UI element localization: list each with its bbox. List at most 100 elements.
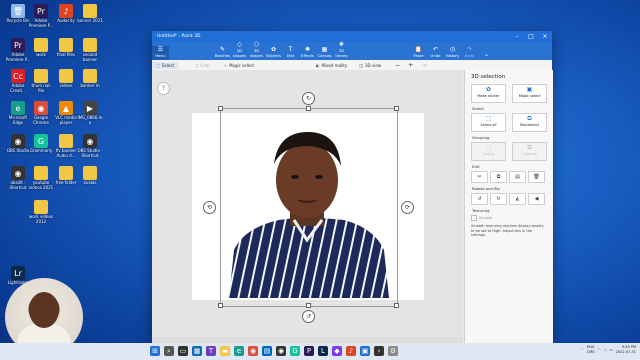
store-icon[interactable]: ▤ [262, 346, 272, 356]
ribbon-3d-library-button[interactable]: ❖ 3D library [333, 41, 350, 60]
resize-handle[interactable] [306, 106, 311, 111]
desktop-icon[interactable]: banner 2021 [77, 4, 103, 24]
canvas-area[interactable]: ? ↻ ⟲ ⟳ ↺ [152, 70, 463, 343]
clock[interactable]: 9:55 PM 2022-07-31 [616, 345, 636, 354]
rotate-z-icon[interactable]: ↻ [302, 92, 315, 105]
rotate-left-button[interactable]: ↺ [471, 193, 488, 205]
desktop-icon[interactable]: work [28, 38, 54, 58]
photos-icon[interactable]: ▣ [360, 346, 370, 356]
ribbon-paste-button[interactable]: 📋 Paste [410, 46, 427, 60]
ribbon-2d-shapes-button[interactable]: ◇ 2D shapes [231, 41, 248, 60]
more-options-icon[interactable]: ⋯ [421, 62, 427, 69]
ribbon-collapse-button[interactable]: ⌄ [478, 51, 495, 60]
zoom-out-button[interactable]: − [395, 62, 400, 69]
3d-view-button[interactable]: ◫ 3D view [359, 63, 381, 68]
desktop-icon[interactable]: thum nail file [28, 69, 54, 93]
obs-icon[interactable]: ◉ [276, 346, 286, 356]
copy-button[interactable]: ⧉ [490, 171, 507, 183]
grammarly-icon[interactable]: G [290, 346, 300, 356]
desktop-icon[interactable]: videos [53, 69, 79, 89]
teams-icon[interactable]: T [206, 346, 216, 356]
language-indicator[interactable]: ENG CMS [587, 345, 595, 354]
rotate-x-icon[interactable]: ↺ [302, 310, 315, 323]
edit-section-label: Edit [472, 164, 480, 169]
desktop-icon[interactable]: ovalas [77, 166, 103, 186]
crop-tool[interactable]: ⌗ Crop [196, 63, 210, 68]
ribbon-brushes-button[interactable]: ✎ Brushes [214, 46, 231, 60]
paste-button[interactable]: ▤ [509, 171, 526, 183]
desktop-icon[interactable]: ♪ Audacity [53, 4, 79, 24]
chrome-icon[interactable]: ◉ [248, 346, 258, 356]
selection-box[interactable] [220, 108, 398, 307]
resize-handle[interactable] [306, 303, 311, 308]
minimize-button[interactable]: – [510, 33, 524, 40]
task-view-icon[interactable]: ▭ [178, 346, 188, 356]
rotate-y-icon[interactable]: ⟲ [203, 201, 216, 214]
desktop-icon[interactable]: ◉ Google Chrome [28, 101, 54, 125]
widgets-icon[interactable]: ▦ [192, 346, 202, 356]
resize-handle[interactable] [218, 106, 223, 111]
search-icon[interactable]: ⌕ [164, 346, 174, 356]
cut-button[interactable]: ✂ [471, 171, 488, 183]
select-section-label: Select [472, 106, 484, 111]
wifi-icon[interactable]: ◠ [598, 348, 601, 352]
mixed-reality-button[interactable]: ◐ Mixed reality [316, 63, 347, 68]
desktop-icon[interactable]: second banner [77, 38, 103, 62]
multiselect-button[interactable]: ⧉ Multiselect [512, 113, 547, 132]
help-button[interactable]: ? [157, 82, 170, 95]
resize-handle[interactable] [394, 106, 399, 111]
close-button[interactable]: × [538, 33, 552, 40]
desktop-icon[interactable]: ◉ OBS Studio - Shortcut [77, 134, 103, 158]
ribbon-redo-button[interactable]: ↷ Redo [461, 46, 478, 60]
audacity-icon[interactable]: ♪ [346, 346, 356, 356]
zoom-in-button[interactable]: + [408, 62, 413, 69]
resize-handle[interactable] [394, 303, 399, 308]
lightroom-icon[interactable]: L [318, 346, 328, 356]
desktop-icon[interactable]: ▶ IMG_0866.mo [77, 101, 103, 125]
smooth-checkbox[interactable]: Smooth [471, 215, 547, 221]
magic-select-button[interactable]: ▣ Magic select [512, 84, 547, 103]
desktop-icon[interactable]: banner m [77, 69, 103, 89]
desktop-icon[interactable]: G Grammarly [28, 134, 54, 154]
paint3d-icon[interactable]: ◆ [332, 346, 342, 356]
terminal-icon[interactable]: › [374, 346, 384, 356]
group-button[interactable]: ⬚ Group [471, 142, 506, 161]
ribbon-3d-shapes-button[interactable]: ⬡ 3D shapes [248, 41, 265, 60]
ribbon-history-button[interactable]: ◷ History [444, 46, 461, 60]
ribbon-stickers-button[interactable]: ✿ Stickers [265, 46, 282, 60]
rotate-y-right-icon[interactable]: ⟳ [401, 201, 414, 214]
volume-icon[interactable]: ◁ [604, 348, 607, 352]
make-sticker-button[interactable]: ✿ Make sticker [471, 84, 506, 103]
ribbon-undo-button[interactable]: ↶ Undo [427, 46, 444, 60]
delete-button[interactable]: 🗑 [528, 171, 545, 183]
desktop-icon[interactable]: free folder [53, 166, 79, 186]
desktop-icon[interactable]: Pr Adobe Premiere P... [28, 4, 54, 28]
ungroup-button[interactable]: ⧉ Ungroup [512, 142, 547, 161]
desktop-icon[interactable]: fiv banner Audio d... [53, 134, 79, 158]
chevron-up-icon[interactable]: ⌃ [581, 348, 584, 352]
premiere-icon[interactable]: P [304, 346, 314, 356]
desktop-icon[interactable]: final files [53, 38, 79, 58]
desktop-icon[interactable]: work videos 2012 [28, 200, 54, 224]
battery-icon[interactable]: ▭ [609, 348, 612, 352]
settings-icon[interactable]: ⚙ [388, 346, 398, 356]
select-tool[interactable]: ⬚ Select [152, 61, 179, 69]
desktop-icon[interactable]: youtube videos 2021 [28, 166, 54, 190]
maximize-button[interactable]: □ [524, 33, 538, 40]
ribbon-effects-button[interactable]: ✺ Effects [299, 46, 316, 60]
file-explorer-icon[interactable]: ▬ [220, 346, 230, 356]
edge-icon[interactable]: e [234, 346, 244, 356]
desktop-icon-glyph: ◉ [11, 134, 25, 148]
rotate-right-button[interactable]: ↻ [490, 193, 507, 205]
ribbon-canvas-button[interactable]: ▦ Canvas [316, 46, 333, 60]
ribbon-text-button[interactable]: T Text [282, 46, 299, 60]
magic-select-tool[interactable]: ✧ Magic select [224, 63, 254, 68]
trash-icon: 🗑 [533, 174, 540, 180]
desktop-icon[interactable]: ▲ VLC media player [53, 101, 79, 125]
flip-horizontal-button[interactable]: ◀ [528, 193, 545, 205]
resize-handle[interactable] [218, 303, 223, 308]
select-all-button[interactable]: ⬚ Select all [471, 113, 506, 132]
start-icon[interactable]: ⊞ [150, 346, 160, 356]
flip-vertical-button[interactable]: ◭ [509, 193, 526, 205]
ribbon-menu-button[interactable]: ☰ Menu [152, 46, 169, 60]
